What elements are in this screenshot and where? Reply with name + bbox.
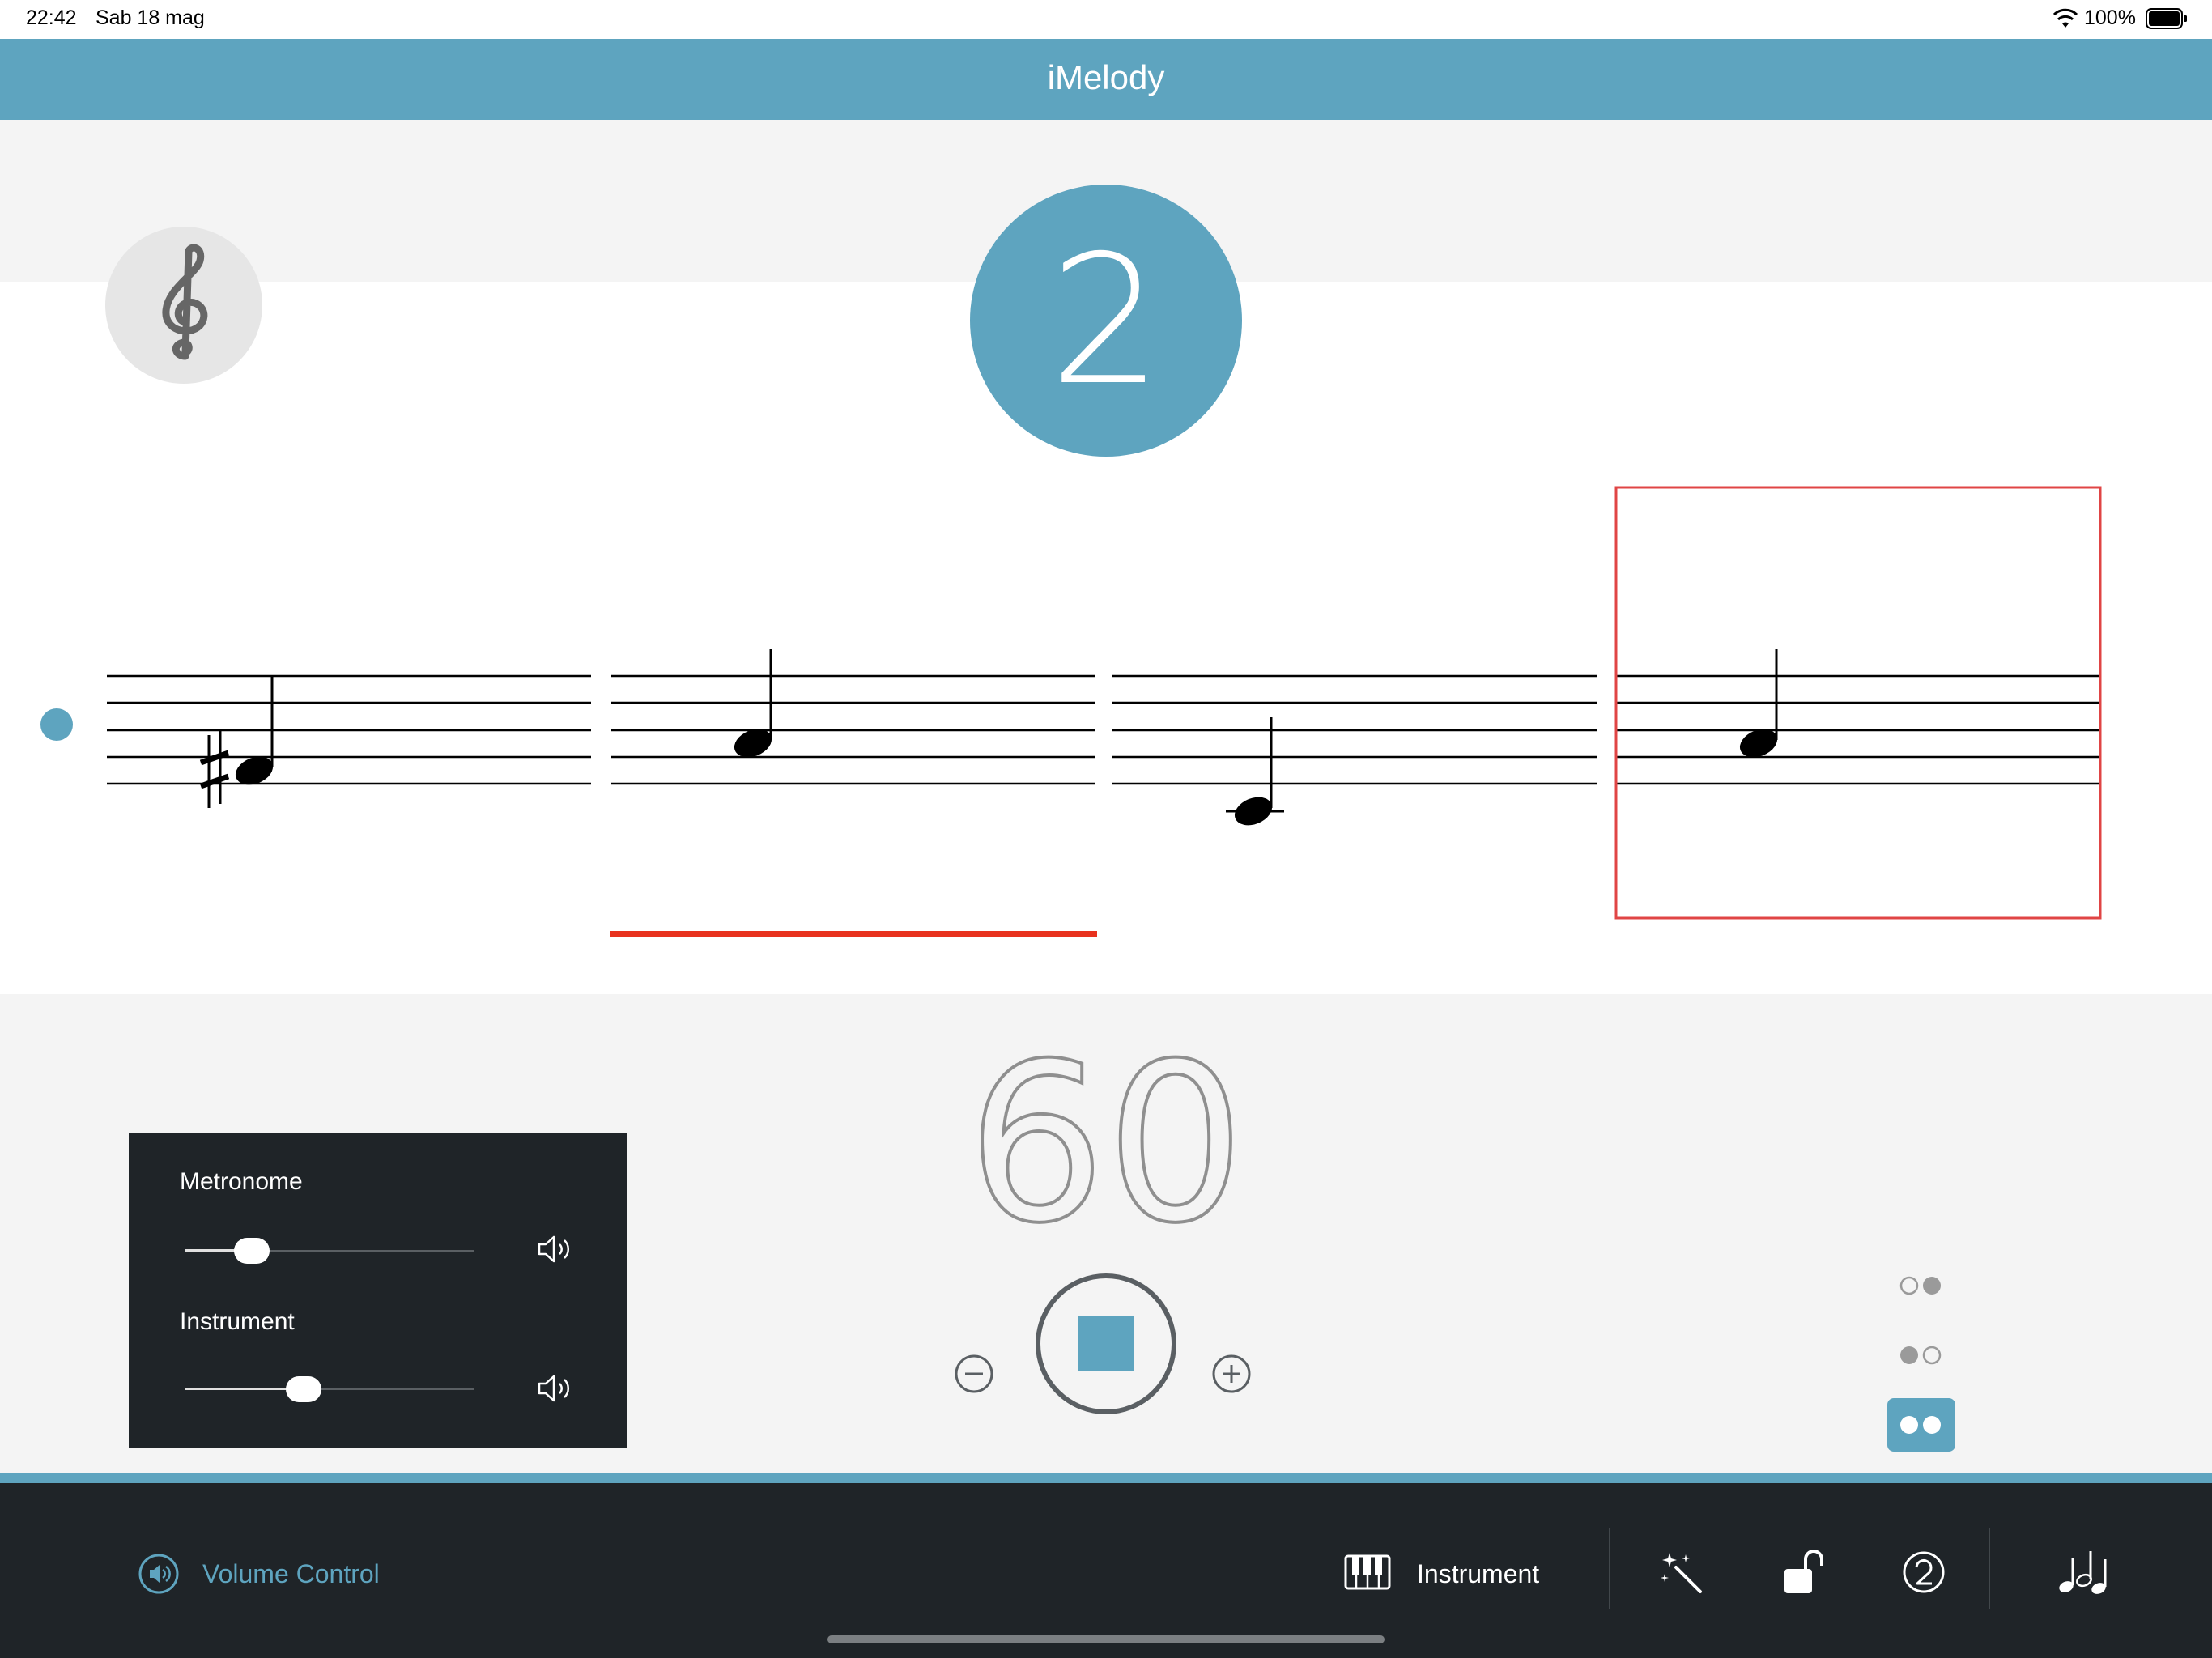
bottom-toolbar: Volume Control Instrument (0, 1483, 2212, 1658)
measure-3[interactable] (1112, 674, 1597, 831)
title-bar: iMelody (0, 39, 2212, 120)
count-in-indicator: 2 (970, 185, 1242, 457)
measure-4[interactable] (1614, 486, 2102, 920)
count-in-number: 2 (1049, 217, 1163, 424)
plus-circle-icon[interactable] (1211, 1354, 1252, 1394)
measure-2[interactable] (610, 649, 1097, 937)
tempo-display[interactable]: 60 (944, 1041, 1268, 1244)
volume-control-button[interactable]: Volume Control (138, 1550, 397, 1595)
metronome-label: Metronome (180, 1168, 303, 1195)
mode-option-first-dot[interactable] (1898, 1344, 1945, 1367)
mode-option-second-dot[interactable] (1898, 1274, 1945, 1297)
note-b[interactable] (730, 649, 776, 763)
tempo-value-text: 60 (967, 1041, 1245, 1244)
wifi-icon (2053, 8, 2078, 28)
minus-circle-icon[interactable] (954, 1354, 994, 1394)
music-notes-icon[interactable] (2057, 1546, 2110, 1596)
treble-clef-icon (162, 244, 208, 360)
sharp-accidental (199, 731, 230, 808)
count-two-icon[interactable] (1901, 1550, 1946, 1595)
toolbar-divider (0, 1473, 2212, 1483)
instrument-slider[interactable] (185, 1376, 474, 1402)
instrument-slider-knob[interactable] (285, 1376, 321, 1402)
status-time: 22:42 (26, 6, 77, 29)
note-middle-c[interactable] (1226, 717, 1284, 831)
metronome-slider[interactable] (185, 1238, 474, 1264)
status-date: Sab 18 mag (96, 6, 205, 29)
instrument-button[interactable]: Instrument (1344, 1550, 1555, 1595)
magic-wand-icon[interactable] (1658, 1550, 1704, 1595)
metronome-slider-knob[interactable] (233, 1238, 270, 1264)
app-title: iMelody (1047, 58, 1165, 96)
instrument-volume-label: Instrument (180, 1308, 295, 1335)
battery-percent: 100% (2084, 6, 2136, 29)
error-underline (610, 931, 1097, 937)
speaker-icon[interactable] (537, 1374, 574, 1403)
clef-button[interactable] (105, 227, 262, 384)
music-staff (107, 486, 2102, 937)
note-b[interactable] (1736, 649, 1781, 763)
status-bar: 22:42 Sab 18 mag 100% (0, 0, 2212, 39)
mode-option-both-dots[interactable] (1887, 1398, 1955, 1452)
stop-button[interactable] (1035, 1273, 1177, 1415)
stop-icon (1078, 1316, 1134, 1371)
speaker-icon (138, 1554, 179, 1594)
piano-keyboard-icon (1344, 1554, 1391, 1590)
unlock-icon[interactable] (1781, 1548, 1827, 1596)
volume-control-label: Volume Control (202, 1559, 380, 1588)
toolbar-separator (1989, 1528, 1990, 1609)
measure-1[interactable] (107, 674, 591, 808)
speaker-icon[interactable] (537, 1235, 574, 1264)
instrument-button-label: Instrument (1417, 1559, 1540, 1588)
note-f-sharp[interactable] (232, 676, 277, 790)
two-dots-icon (1900, 1416, 1941, 1434)
battery-icon (2146, 8, 2187, 29)
home-indicator (827, 1635, 1385, 1643)
toolbar-separator (1609, 1528, 1610, 1609)
volume-panel: Metronome Instrument (129, 1133, 627, 1448)
